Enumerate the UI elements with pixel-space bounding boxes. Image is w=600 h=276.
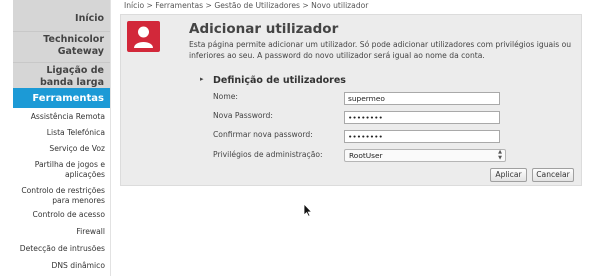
password-input[interactable]: ••••••••	[344, 111, 500, 124]
privileges-select[interactable]: RootUser ▲ ▼	[344, 149, 506, 162]
page-intro-text: Esta página permite adicionar um utiliza…	[189, 40, 572, 60]
sidebar-item-controlo-acesso[interactable]: Controlo de acesso	[13, 210, 110, 220]
nav-inicio-label: Início	[75, 13, 104, 24]
sidebar-item-controlo-restricoes[interactable]: Controlo de restrições para menores	[13, 186, 110, 206]
nav-gateway-label: Technicolor Gateway	[43, 34, 104, 57]
confirm-password-label: Confirmar nova password:	[213, 130, 313, 139]
password-label: Nova Password:	[213, 111, 273, 120]
sidebar-item-servico-de-voz[interactable]: Serviço de Voz	[13, 144, 110, 154]
sidebar-item-lista-telefonica[interactable]: Lista Telefónica	[13, 128, 110, 138]
nav-banda-label: Ligação de banda larga	[39, 65, 104, 88]
privileges-value: RootUser	[349, 151, 383, 160]
name-label: Nome:	[213, 92, 238, 101]
nav-ligacao-banda-larga[interactable]: Ligação de banda larga	[13, 62, 110, 91]
confirm-password-input[interactable]: ••••••••	[344, 130, 500, 143]
cancel-button[interactable]: Cancelar	[532, 168, 574, 182]
nav-ferramentas-active[interactable]: Ferramentas	[13, 88, 110, 108]
mouse-cursor-icon	[303, 202, 313, 221]
privileges-label: Privilégios de administração:	[213, 150, 323, 159]
page-title: Adicionar utilizador	[189, 21, 339, 37]
sidebar-item-firewall[interactable]: Firewall	[13, 227, 110, 237]
nav-ferramentas-label: Ferramentas	[32, 93, 104, 104]
sidebar-item-assistencia-remota[interactable]: Assistência Remota	[13, 112, 110, 122]
user-icon	[127, 21, 160, 52]
name-input[interactable]: supermeo	[344, 92, 500, 105]
section-collapse-icon[interactable]: ▸	[200, 75, 204, 83]
sidebar-item-dns-dinamico[interactable]: DNS dinâmico	[13, 261, 110, 271]
sidebar-item-deteccao-intrusoes[interactable]: Detecção de intrusões	[13, 244, 110, 254]
select-updown-icon: ▲ ▼	[498, 149, 502, 161]
apply-button[interactable]: Aplicar	[490, 168, 527, 182]
nav-technicolor-gateway[interactable]: Technicolor Gateway	[13, 31, 110, 63]
section-title: Definição de utilizadores	[213, 75, 346, 86]
sidebar-item-partilha-jogos[interactable]: Partilha de jogos e aplicações	[13, 160, 110, 180]
breadcrumb: Início > Ferramentas > Gestão de Utiliza…	[124, 1, 369, 10]
sidebar: Início Technicolor Gateway Ligação de ba…	[13, 0, 111, 276]
nav-inicio[interactable]: Início	[13, 0, 110, 31]
